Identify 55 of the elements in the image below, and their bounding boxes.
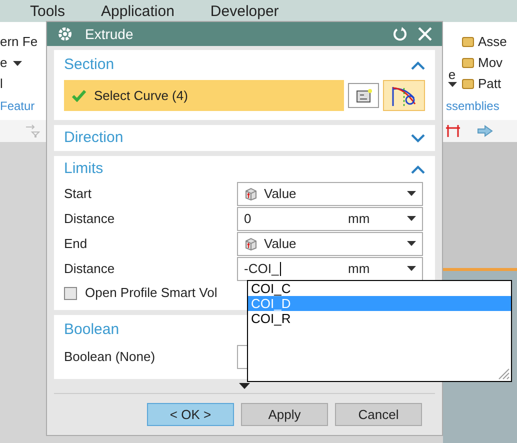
field-label: Boolean (None) (64, 348, 156, 366)
cube-icon (244, 186, 258, 200)
dialog-button[interactable]: Cancel (335, 403, 422, 426)
select-curve-row[interactable]: Select Curve (4) (64, 80, 344, 111)
collapse-chevron-icon[interactable] (411, 164, 425, 174)
ribbon-item[interactable]: e (0, 53, 8, 73)
dropdown-option[interactable]: COI_R (248, 311, 511, 326)
resize-grip-icon[interactable] (496, 366, 510, 380)
field-label: End (64, 234, 88, 253)
ribbon-item[interactable]: Mov (478, 53, 503, 73)
checkbox-label: Open Profile Smart Vol (85, 284, 218, 302)
checkbox[interactable] (64, 286, 77, 300)
ribbon-item[interactable]: ern Fe (0, 32, 38, 52)
ribbon-tool-icon[interactable] (462, 37, 474, 47)
caret-icon (407, 266, 416, 271)
dialog-button[interactable]: Apply (241, 403, 328, 426)
field-label: Distance (64, 210, 116, 228)
distance-field[interactable]: 0 mm (237, 206, 423, 230)
curve-button[interactable] (383, 80, 425, 111)
unit-label[interactable]: mm (348, 258, 407, 278)
gear-icon (57, 26, 73, 42)
ribbon-item[interactable]: e (448, 68, 456, 82)
caret-icon (407, 191, 416, 196)
ribbon-item[interactable]: Asse (478, 32, 507, 52)
unit-label[interactable]: mm (348, 208, 407, 228)
reset-icon[interactable] (392, 26, 408, 42)
dialog-button[interactable]: < OK > (147, 403, 234, 426)
caret-icon (407, 241, 416, 246)
menu-item[interactable]: Developer (210, 2, 279, 22)
dropdown-option[interactable]: COI_C (248, 281, 511, 296)
ribbon-group-label: Featur (0, 98, 36, 115)
field-label: Distance (64, 260, 116, 278)
ribbon-item[interactable]: Patt (478, 74, 502, 94)
collapse-chevron-icon[interactable] (411, 60, 425, 70)
dialog-title: Extrude (85, 24, 134, 44)
sketch-icon (354, 88, 372, 104)
menu-item[interactable]: Application (101, 2, 174, 22)
arrow-right-icon[interactable] (477, 124, 493, 138)
sketch-section-button[interactable] (348, 83, 379, 108)
caret-icon (13, 60, 22, 66)
field-label: Start (64, 184, 92, 203)
ribbon-tool-icon[interactable] (462, 79, 474, 89)
expand-chevron-icon[interactable] (411, 134, 425, 142)
dropdown-field[interactable]: Value (237, 182, 423, 206)
cube-icon (244, 236, 258, 250)
caret-icon (407, 216, 416, 221)
dimension-icon[interactable] (445, 124, 461, 138)
ribbon-tool-icon[interactable] (462, 58, 474, 68)
close-icon[interactable] (418, 27, 432, 41)
ribbon-item[interactable]: l (0, 74, 3, 94)
menu-item[interactable]: Tools (30, 2, 66, 22)
more-options-icon[interactable] (239, 383, 250, 389)
dropdown-field[interactable]: Value (237, 232, 423, 256)
caret-icon (448, 82, 456, 87)
ribbon-group-label: ssemblies (446, 98, 500, 115)
